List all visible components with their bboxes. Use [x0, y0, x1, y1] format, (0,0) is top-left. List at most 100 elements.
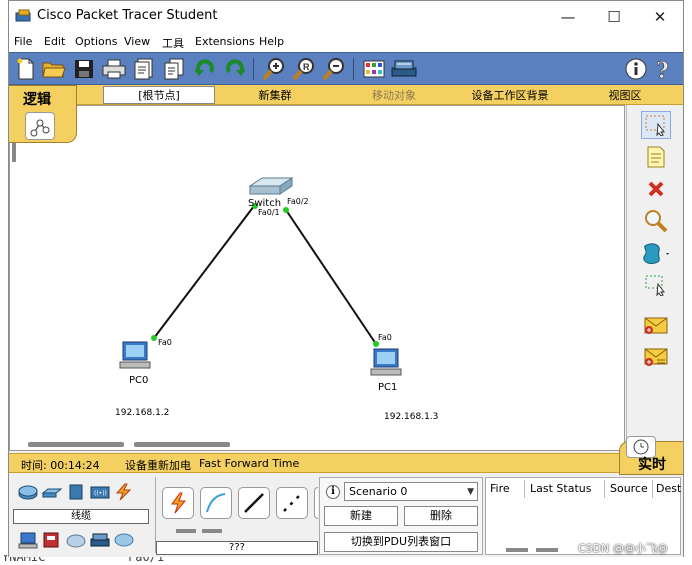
select-icon[interactable] — [641, 111, 671, 139]
pc-icon[interactable] — [119, 341, 151, 369]
connection-panel-scrollbar[interactable] — [176, 529, 196, 533]
redo-icon[interactable] — [222, 56, 248, 82]
add-simple-pdu-icon[interactable] — [641, 311, 671, 339]
scenario-info-icon[interactable]: i — [326, 485, 340, 499]
device-subcategory-row — [13, 529, 153, 553]
resize-shape-icon[interactable] — [641, 271, 671, 299]
toolbar-separator — [253, 58, 254, 80]
switch-category-icon[interactable] — [41, 483, 63, 501]
console-cable-icon[interactable] — [200, 487, 232, 519]
switch-port-fa02-label: Fa0/2 — [287, 197, 309, 206]
auto-connection-icon[interactable] — [162, 487, 194, 519]
simulation-status-bar: 时间: 00:14:24 设备重新加电 Fast Forward Time — [9, 453, 683, 473]
hub-category-icon[interactable] — [65, 483, 87, 501]
help-icon[interactable]: ? — [651, 56, 677, 82]
straight-through-cable-icon[interactable] — [238, 487, 270, 519]
crossover-cable-icon[interactable] — [276, 487, 308, 519]
switch-port-fa01-label: Fa0/1 — [258, 208, 280, 217]
background-left — [0, 0, 8, 565]
zoom-in-icon[interactable] — [261, 56, 287, 82]
canvas-horizontal-scrollbar[interactable] — [28, 442, 124, 447]
cable-pc1-switch[interactable] — [285, 209, 377, 345]
router-category-icon[interactable] — [17, 483, 39, 501]
drawing-palette-icon[interactable] — [361, 56, 387, 82]
add-complex-pdu-icon[interactable] — [641, 343, 671, 371]
move-object-button[interactable]: 移动对象 — [339, 86, 449, 104]
pdu-table-scrollbar[interactable] — [506, 548, 528, 552]
menu-tools[interactable]: 工具 — [162, 35, 184, 51]
pc1-label: PC1 — [378, 382, 398, 393]
delete-scenario-button[interactable]: 删除 — [404, 506, 478, 526]
viewport-button[interactable]: 视图区 — [577, 86, 673, 104]
menu-options[interactable]: Options — [75, 35, 117, 48]
new-scenario-button[interactable]: 新建 — [324, 506, 398, 526]
realtime-mode-tab[interactable]: 实时 — [619, 436, 683, 475]
note-icon[interactable] — [641, 143, 671, 171]
fast-forward-time-button[interactable]: Fast Forward Time — [199, 457, 299, 470]
close-button[interactable]: ✕ — [637, 1, 683, 32]
draw-shape-icon[interactable] — [641, 239, 671, 267]
pdu-column-dest[interactable]: Dest — [656, 482, 681, 495]
root-node-button[interactable]: [根节点] — [103, 86, 215, 104]
delete-icon[interactable] — [641, 175, 671, 203]
new-cluster-button[interactable]: 新集群 — [225, 86, 325, 104]
menu-extensions[interactable]: Extensions — [195, 35, 255, 48]
activity-wizard-icon[interactable] — [131, 56, 157, 82]
maximize-button[interactable]: ☐ — [591, 1, 637, 32]
more-cables-icon[interactable] — [314, 487, 318, 519]
scenario-select[interactable]: Scenario 0 ▼ — [344, 482, 478, 501]
save-icon[interactable] — [71, 56, 97, 82]
copy-icon[interactable] — [161, 56, 187, 82]
packet-tracer-app-icon — [15, 9, 31, 22]
toggle-pdu-list-button[interactable]: 切换到PDU列表窗口 — [324, 532, 478, 552]
pc0-port-label: Fa0 — [158, 338, 172, 347]
custom-device-dialog-icon[interactable] — [391, 56, 417, 82]
pc-icon[interactable] — [370, 348, 402, 376]
pdu-column-source[interactable]: Source — [610, 482, 648, 495]
column-divider — [524, 480, 525, 498]
logical-workspace-canvas[interactable]: Switch Fa0/1 Fa0/2 Fa0 Fa0 PC0 PC1 192.1… — [9, 105, 625, 451]
wan-emulation-icon[interactable] — [65, 531, 87, 549]
inspect-icon[interactable] — [641, 207, 671, 235]
link-light-pc0 — [151, 335, 157, 341]
menu-file[interactable]: File — [14, 35, 32, 48]
print-icon[interactable] — [101, 56, 127, 82]
zoom-out-icon[interactable] — [321, 56, 347, 82]
realtime-label: 实时 — [638, 457, 666, 473]
security-devices-icon[interactable] — [41, 531, 63, 549]
multiuser-connection-icon[interactable] — [113, 531, 135, 549]
custom-devices-icon[interactable] — [89, 531, 111, 549]
minimize-button[interactable]: — — [545, 1, 591, 32]
cable-pc0-switch[interactable] — [153, 205, 255, 339]
logical-workspace-tab[interactable]: 逻辑 — [9, 85, 77, 143]
toolbar-separator — [353, 58, 354, 80]
end-devices-icon[interactable] — [17, 531, 39, 549]
connections-category-icon[interactable] — [113, 483, 135, 501]
window-title: Cisco Packet Tracer Student — [37, 8, 218, 23]
pc1-ip-note: 192.168.1.3 — [384, 412, 439, 422]
pdu-table-scrollbar-thumb[interactable] — [536, 548, 558, 552]
open-folder-icon[interactable] — [41, 56, 67, 82]
undo-icon[interactable] — [192, 56, 218, 82]
info-icon[interactable] — [623, 56, 649, 82]
pdu-column-fire[interactable]: Fire — [490, 482, 510, 495]
canvas-horizontal-scrollbar-thumb[interactable] — [134, 442, 230, 447]
menu-edit[interactable]: Edit — [44, 35, 65, 48]
power-cycle-devices-button[interactable]: 设备重新加电 — [125, 457, 191, 473]
packet-tracer-window: Cisco Packet Tracer Student — ☐ ✕ File E… — [8, 0, 684, 557]
menu-help[interactable]: Help — [259, 35, 284, 48]
pc1-port-label: Fa0 — [378, 333, 392, 342]
watermark-text: CSDN @@小飞@ — [578, 542, 668, 555]
connection-panel-scrollbar-thumb[interactable] — [202, 529, 222, 533]
device-category-row: ((•)) — [13, 479, 153, 507]
new-file-icon[interactable] — [13, 56, 39, 82]
zoom-reset-icon[interactable]: R — [291, 56, 317, 82]
set-background-button[interactable]: 设备工作区背景 — [455, 86, 565, 104]
svg-text:?: ? — [656, 58, 669, 81]
menu-bar: File Edit Options View 工具 Extensions Hel… — [9, 32, 683, 52]
menu-view[interactable]: View — [124, 35, 150, 48]
pdu-column-last-status[interactable]: Last Status — [530, 482, 591, 495]
wireless-category-icon[interactable]: ((•)) — [89, 483, 111, 501]
switch-icon[interactable] — [248, 177, 294, 195]
workspace-mode-bar: [根节点] 新集群 移动对象 设备工作区背景 视图区 — [9, 85, 683, 105]
